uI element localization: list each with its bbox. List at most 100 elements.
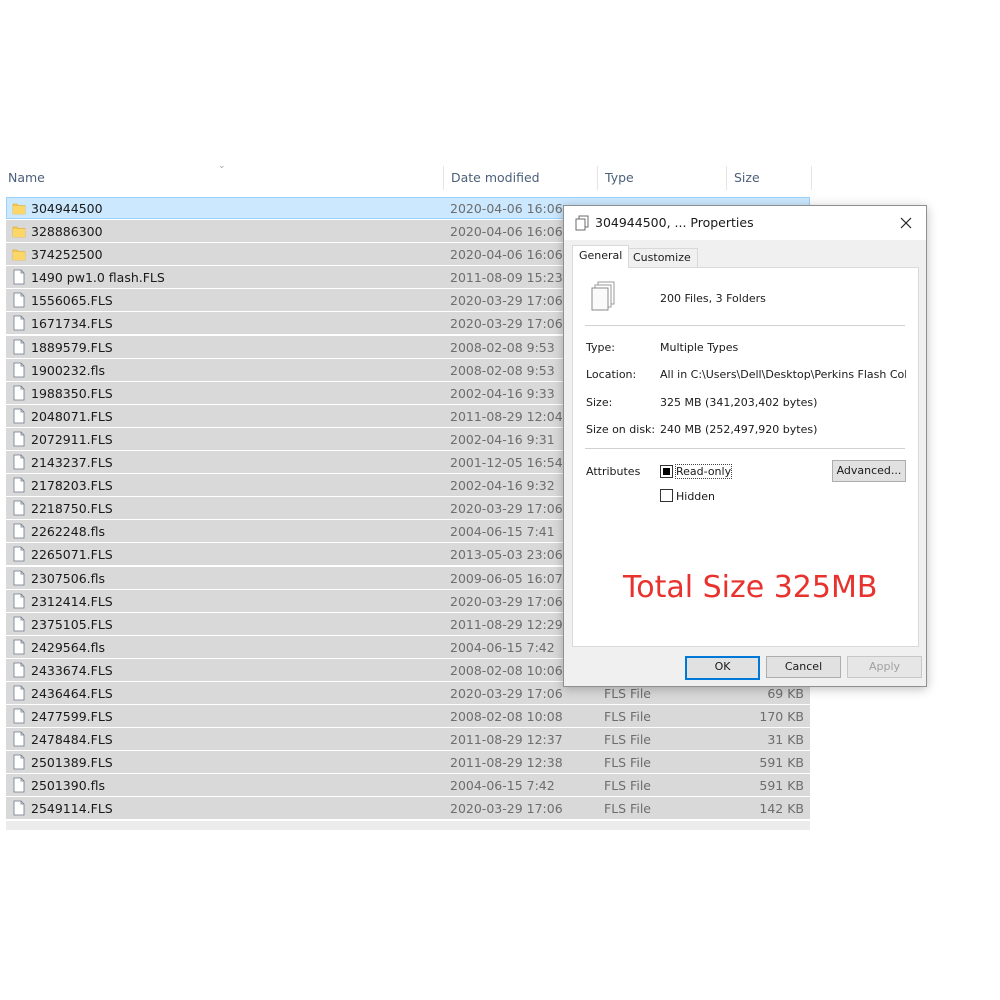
table-row[interactable] xyxy=(6,820,810,830)
file-size: 142 KB xyxy=(759,801,804,817)
size-value: 325 MB (341,203,402 bytes) xyxy=(660,396,818,409)
location-label: Location: xyxy=(586,368,637,381)
file-icon xyxy=(13,639,25,655)
column-header-type[interactable]: Type xyxy=(605,170,634,185)
close-button[interactable] xyxy=(894,211,918,235)
file-date: 2020-03-29 17:06 xyxy=(450,293,563,309)
column-header-size[interactable]: Size xyxy=(734,170,760,185)
multiple-files-icon xyxy=(591,281,615,311)
separator xyxy=(585,448,905,449)
file-date: 2011-08-29 12:37 xyxy=(450,732,563,748)
column-divider[interactable] xyxy=(811,166,812,190)
file-name: 2218750.FLS xyxy=(31,501,113,517)
file-date: 2020-04-06 16:06 xyxy=(450,201,563,216)
column-header-bar: Name ⌄ Date modified Type Size xyxy=(0,160,812,196)
hidden-label[interactable]: Hidden xyxy=(676,490,715,503)
cancel-button[interactable]: Cancel xyxy=(766,656,841,678)
file-icon xyxy=(13,339,25,354)
file-type: FLS File xyxy=(604,778,651,794)
file-date: 2008-02-08 9:53 xyxy=(450,362,555,378)
file-name: 2178203.FLS xyxy=(31,478,113,494)
file-icon xyxy=(13,547,25,562)
file-icon xyxy=(13,570,25,585)
file-name: 2262248.fls xyxy=(31,524,106,540)
apply-button[interactable]: Apply xyxy=(847,656,922,678)
file-date: 2011-08-29 12:29 xyxy=(450,616,563,632)
column-divider[interactable] xyxy=(726,166,727,190)
folder-icon xyxy=(12,249,26,261)
file-date: 2004-06-15 7:42 xyxy=(450,639,555,655)
location-value: All in C:\Users\Dell\Desktop\Perkins Fla… xyxy=(660,368,906,381)
file-icon xyxy=(13,408,25,424)
file-icon xyxy=(13,385,25,401)
file-icon xyxy=(13,431,25,447)
file-icon xyxy=(13,731,25,747)
file-date: 2011-08-29 12:04 xyxy=(450,408,563,424)
read-only-label[interactable]: Read-only xyxy=(674,464,733,479)
file-icon xyxy=(13,685,25,701)
file-date: 2008-02-08 10:08 xyxy=(450,709,563,725)
dialog-title: 304944500, ... Properties xyxy=(595,215,754,230)
close-icon xyxy=(900,217,912,229)
file-name: 2143237.FLS xyxy=(31,455,113,471)
file-size: 31 KB xyxy=(767,732,804,748)
file-icon xyxy=(13,362,25,378)
file-type: FLS File xyxy=(604,755,651,771)
column-header-name[interactable]: Name xyxy=(8,170,45,185)
column-header-date[interactable]: Date modified xyxy=(451,170,540,185)
read-only-checkbox[interactable] xyxy=(660,465,673,478)
table-row[interactable]: 2501389.FLS 2011-08-29 12:38 FLS File 591 K… xyxy=(6,751,810,774)
hidden-checkbox[interactable] xyxy=(660,489,673,502)
table-row[interactable]: 2477599.FLS 2008-02-08 10:08 FLS File 170 K… xyxy=(6,705,810,728)
dialog-titlebar[interactable]: 304944500, ... Properties xyxy=(564,206,926,240)
file-name: 2501389.FLS xyxy=(31,755,113,771)
file-name: 2549114.FLS xyxy=(31,801,113,817)
table-row[interactable]: 2549114.FLS 2020-03-29 17:06 FLS File 142 K… xyxy=(6,797,810,820)
file-name: 2312414.FLS xyxy=(31,593,113,609)
file-date: 2004-06-15 7:42 xyxy=(450,778,555,794)
file-size: 591 KB xyxy=(759,755,804,771)
ok-button[interactable]: OK xyxy=(685,656,760,680)
file-name: 1671734.FLS xyxy=(31,316,113,332)
file-date: 2020-03-29 17:06 xyxy=(450,316,563,332)
file-icon xyxy=(13,454,25,470)
file-date: 2020-03-29 17:06 xyxy=(450,593,563,609)
file-icon xyxy=(13,754,25,770)
file-date: 2002-04-16 9:32 xyxy=(450,478,555,494)
file-icon xyxy=(13,593,25,608)
file-type: FLS File xyxy=(604,709,651,725)
table-row[interactable]: 2501390.fls 2004-06-15 7:42 FLS File 591 KB xyxy=(6,774,810,797)
file-name: 304944500 xyxy=(31,201,103,216)
tab-general[interactable]: General xyxy=(572,245,630,268)
file-name: 374252500 xyxy=(31,247,103,263)
file-icon xyxy=(13,477,25,493)
file-name: 1556065.FLS xyxy=(31,293,113,309)
table-row[interactable]: 2478484.FLS 2011-08-29 12:37 FLS File 31 KB xyxy=(6,728,810,751)
attributes-label: Attributes xyxy=(586,465,641,478)
column-divider[interactable] xyxy=(443,166,444,190)
file-name: 2501390.fls xyxy=(31,778,106,794)
file-name: 1490 pw1.0 flash.FLS xyxy=(31,270,165,286)
file-date: 2011-08-09 15:23 xyxy=(450,270,563,286)
file-name: 2436464.FLS xyxy=(31,685,113,701)
file-name: 1889579.FLS xyxy=(31,339,113,355)
file-date: 2004-06-15 7:41 xyxy=(450,524,555,540)
file-icon xyxy=(13,616,25,632)
file-date: 2020-03-29 17:06 xyxy=(450,685,563,701)
file-name: 1988350.FLS xyxy=(31,385,113,401)
tab-customize[interactable]: Customize xyxy=(626,248,698,267)
file-name: 2477599.FLS xyxy=(31,709,113,725)
selection-summary: 200 Files, 3 Folders xyxy=(660,292,766,305)
file-icon xyxy=(13,523,25,539)
advanced-button[interactable]: Advanced... xyxy=(832,460,906,482)
column-divider[interactable] xyxy=(597,166,598,190)
total-size-annotation: Total Size 325MB xyxy=(623,570,878,605)
file-icon xyxy=(13,292,25,308)
file-type: FLS File xyxy=(604,732,651,748)
size-label: Size: xyxy=(586,396,613,409)
separator xyxy=(585,325,905,326)
file-name: 2048071.FLS xyxy=(31,408,113,424)
folder-icon xyxy=(12,226,26,238)
file-name: 1900232.fls xyxy=(31,362,106,378)
file-date: 2013-05-03 23:06 xyxy=(450,547,563,563)
